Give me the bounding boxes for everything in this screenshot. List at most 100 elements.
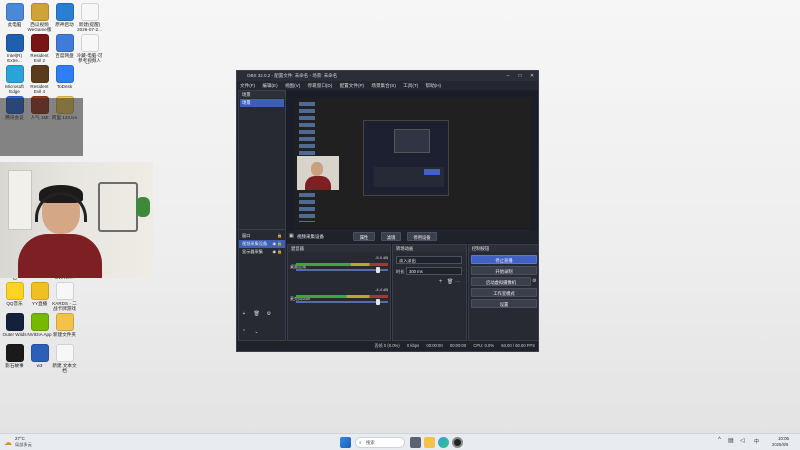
- app-icon: [30, 344, 49, 362]
- desktop-icon[interactable]: YY直播: [26, 282, 53, 306]
- file-explorer-icon[interactable]: [424, 437, 435, 448]
- desktop-icon[interactable]: 西瓜视频 WeGame版: [26, 3, 53, 32]
- desktop-icon[interactable]: Resident Evil 2: [26, 34, 53, 63]
- desktop-icon[interactable]: NVIDIA App: [26, 313, 53, 337]
- settings-button[interactable]: 设置: [471, 299, 537, 308]
- desktop-icon[interactable]: Microsoft Edge: [1, 65, 28, 94]
- desktop-icon[interactable]: w3: [26, 344, 53, 368]
- lock-icon[interactable]: 🔒: [277, 232, 282, 240]
- add-source-icon[interactable]: +: [241, 311, 247, 317]
- source-settings-icon[interactable]: ⚙: [266, 311, 272, 317]
- stream-timer: 00:00:00: [426, 343, 443, 348]
- obs-titlebar[interactable]: OBS 32.0.2 - 配置文件: 未命名 - 场景: 未命名 – □ ✕: [237, 71, 538, 81]
- source-row-video-capture[interactable]: 视频采集设备 ◉ 🔒: [239, 240, 285, 248]
- studio-mode-button[interactable]: 工作室模式: [471, 288, 537, 297]
- start-virtual-camera-button[interactable]: 启动虚拟摄像机: [471, 277, 531, 286]
- transition-settings-icon[interactable]: ⋯: [455, 279, 460, 285]
- lock-icon[interactable]: 🔒: [277, 248, 282, 256]
- source-row-window[interactable]: 窗口 🔒: [239, 232, 285, 240]
- app-icon: [55, 344, 74, 362]
- desktop-icon[interactable]: KARDS - 二 战卡牌游戏: [51, 282, 78, 311]
- desktop-icon-label: 西瓜视频 WeGame版: [27, 22, 52, 32]
- desktop-icon[interactable]: Resident Evil 4: [26, 65, 53, 94]
- volume-slider-handle[interactable]: [376, 299, 380, 305]
- webcam-overlay-window[interactable]: [0, 162, 153, 278]
- desktop-icon[interactable]: 冷藏-电脑-可 参考视频人的...: [76, 34, 103, 64]
- lock-icon[interactable]: 🔒: [277, 240, 282, 248]
- maximize-icon[interactable]: □: [514, 71, 526, 81]
- minimize-icon[interactable]: –: [502, 71, 514, 81]
- weather-desc[interactable]: 局部多云: [15, 442, 32, 448]
- move-down-icon[interactable]: ⌄: [253, 329, 259, 335]
- obs-app-icon[interactable]: [452, 437, 463, 448]
- app-icon: [55, 313, 74, 331]
- menu-help[interactable]: 帮助(H): [425, 83, 441, 88]
- audio-mixer-panel: 混音器 桌面音频 -5.0 dB 麦克风/Aux -4.4 dB: [287, 244, 391, 341]
- desktop-icon[interactable]: Outer Wilds: [1, 313, 28, 337]
- menu-scene-collection[interactable]: 场景集合(S): [371, 83, 396, 88]
- preview-nested-obs: [363, 120, 449, 196]
- eye-icon[interactable]: ◉: [273, 240, 277, 248]
- input-method-lang[interactable]: 中: [754, 438, 759, 445]
- audio-track-desktop: 桌面音频 -5.0 dB: [290, 255, 388, 283]
- desktop-icon[interactable]: 此电脑: [1, 3, 28, 27]
- edge-icon[interactable]: [438, 437, 449, 448]
- desktop-icon-label: w3: [36, 363, 43, 368]
- obs-statusbar: 丢帧 0 (0.0%) 0 kbps 00:00:00 00:00:00 CPU…: [237, 341, 538, 351]
- duration-input[interactable]: 300 ms: [406, 267, 462, 275]
- selected-source-name: 视频采集设备: [297, 234, 324, 239]
- start-recording-button[interactable]: 开始录制: [471, 266, 537, 275]
- menu-profile[interactable]: 配置文件(P): [340, 83, 365, 88]
- eye-icon[interactable]: ◉: [273, 248, 277, 256]
- desktop-icon[interactable]: Intel(R) Extre...: [1, 34, 28, 63]
- menu-edit[interactable]: 编辑(E): [262, 83, 277, 88]
- deactivate-button[interactable]: 停用设备: [407, 232, 437, 241]
- transition-select[interactable]: 淡入淡出: [396, 256, 462, 264]
- start-icon[interactable]: [340, 437, 351, 448]
- volume-slider[interactable]: [296, 301, 388, 303]
- desktop-icon[interactable]: 新建(提醒) 2026-07-2...: [76, 3, 103, 32]
- person-body: [18, 234, 102, 278]
- stop-stream-button[interactable]: 停止直播: [471, 255, 537, 264]
- desktop-icon[interactable]: 影石故事: [1, 344, 28, 368]
- desktop-icon[interactable]: 新建文件夹: [51, 313, 78, 337]
- obs-menubar: 文件(F) 编辑(E) 视图(V) 停靠窗口(D) 配置文件(P) 场景集合(S…: [237, 81, 538, 90]
- volume-slider-handle[interactable]: [376, 267, 380, 273]
- scene-item[interactable]: 场景: [240, 99, 284, 107]
- menu-view[interactable]: 视图(V): [285, 83, 300, 88]
- desktop-icon[interactable]: 原神启动: [51, 3, 78, 27]
- add-transition-icon[interactable]: +: [439, 279, 443, 285]
- desktop-icon-label: 影石故事: [5, 363, 24, 368]
- camera-icon: ▣: [289, 233, 294, 239]
- remove-transition-icon[interactable]: 🗑: [447, 279, 453, 285]
- menu-docks[interactable]: 停靠窗口(D): [308, 83, 333, 88]
- desktop-icon[interactable]: 百度网盘: [51, 34, 78, 58]
- network-icon[interactable]: ▤: [728, 437, 734, 444]
- properties-button[interactable]: 属性: [353, 232, 375, 241]
- preview-webcam: [297, 156, 339, 190]
- desktop-icon[interactable]: ToDesk: [51, 65, 78, 89]
- tray-chevron-icon[interactable]: ^: [718, 437, 721, 443]
- app-icon: [55, 282, 74, 300]
- speaker-icon[interactable]: ◁: [740, 437, 745, 444]
- move-up-icon[interactable]: ⌃: [241, 329, 247, 335]
- filters-button[interactable]: 滤镜: [381, 232, 401, 241]
- volume-slider[interactable]: [296, 269, 388, 271]
- transitions-title: 转场动画: [393, 245, 466, 252]
- virtual-camera-settings-icon[interactable]: ⚙: [532, 278, 536, 284]
- clock-time[interactable]: 10:05: [778, 436, 789, 441]
- search-input[interactable]: ⌕ 搜索: [355, 437, 405, 448]
- desktop-icon[interactable]: QQ音乐: [1, 282, 28, 306]
- task-view-icon[interactable]: [410, 437, 421, 448]
- menu-tools[interactable]: 工具(T): [403, 83, 418, 88]
- audio-track-mic: 麦克风/Aux -4.4 dB: [290, 287, 388, 315]
- close-icon[interactable]: ✕: [526, 71, 538, 81]
- source-row-display-capture[interactable]: 显示器采集 ◉ 🔒: [239, 248, 285, 256]
- weather-icon[interactable]: ☁: [4, 438, 12, 447]
- remove-source-icon[interactable]: 🗑: [253, 311, 259, 317]
- clock-date[interactable]: 2025/8/8: [772, 442, 788, 447]
- obs-window[interactable]: OBS 32.0.2 - 配置文件: 未命名 - 场景: 未命名 – □ ✕ 文…: [236, 70, 539, 352]
- desktop-icon[interactable]: 新建 文本文 档: [51, 344, 78, 373]
- menu-file[interactable]: 文件(F): [240, 83, 255, 88]
- weather-temp[interactable]: 27°C: [15, 436, 25, 441]
